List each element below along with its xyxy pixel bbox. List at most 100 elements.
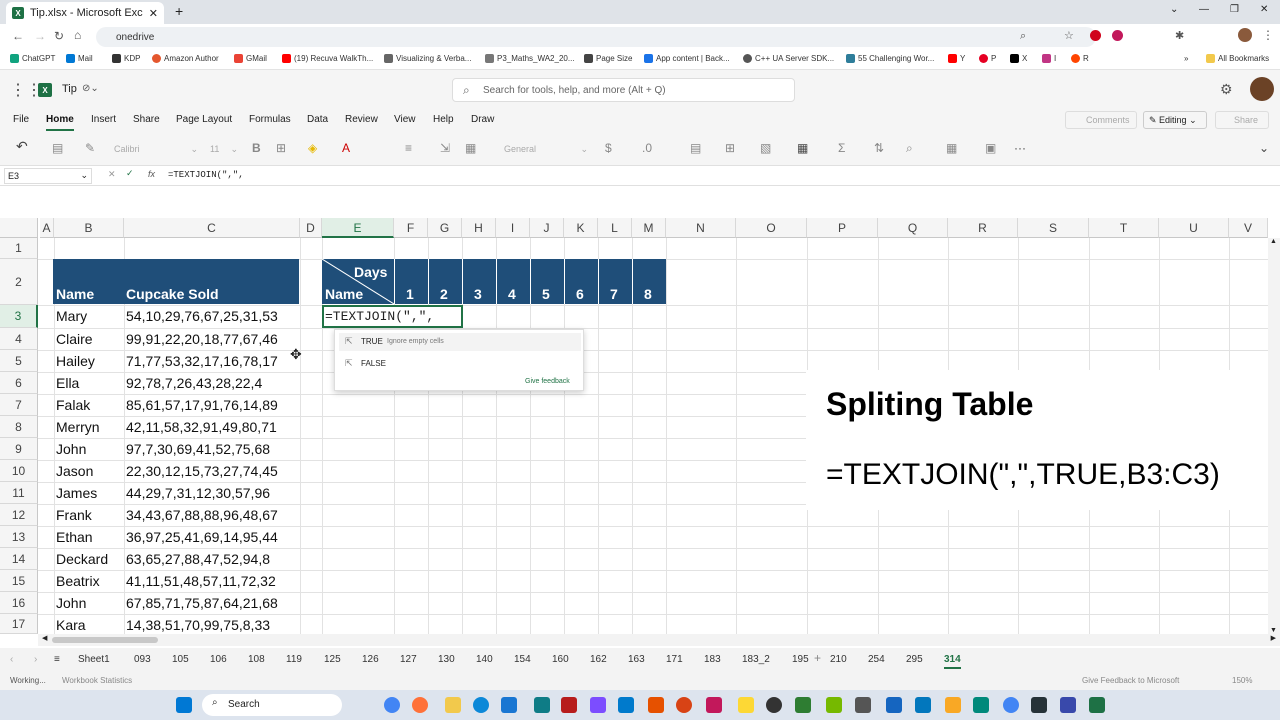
column-header-t[interactable]: T xyxy=(1089,218,1159,238)
add-sheet-button[interactable]: + xyxy=(814,651,821,665)
row-header-4[interactable]: 4 xyxy=(0,328,38,350)
cell-name[interactable]: Claire xyxy=(56,328,93,350)
firefox-icon[interactable] xyxy=(412,697,428,713)
column-header-l[interactable]: L xyxy=(598,218,632,238)
days-name-label[interactable]: Name xyxy=(325,286,363,302)
days-label[interactable]: Days xyxy=(354,264,387,280)
sheet-tab-140[interactable]: 140 xyxy=(476,654,493,665)
column-header-n[interactable]: N xyxy=(666,218,736,238)
currency-icon[interactable]: $ xyxy=(605,141,612,155)
sheet-tab-105[interactable]: 105 xyxy=(172,654,189,665)
scroll-thumb[interactable] xyxy=(52,637,158,643)
row-header-16[interactable]: 16 xyxy=(0,592,38,614)
column-header-h[interactable]: H xyxy=(462,218,496,238)
column-header-v[interactable]: V xyxy=(1229,218,1268,238)
arduino-icon[interactable] xyxy=(973,697,989,713)
app-icon[interactable] xyxy=(886,697,902,713)
give-feedback-link[interactable]: Give feedback xyxy=(525,378,570,385)
row-header-8[interactable]: 8 xyxy=(0,416,38,438)
row-header-9[interactable]: 9 xyxy=(0,438,38,460)
cell-cupcake-sold[interactable]: 34,43,67,88,88,96,48,67 xyxy=(126,504,278,526)
font-name-dropdown[interactable]: Calibri ⌄ xyxy=(110,141,202,157)
tab-data[interactable]: Data xyxy=(307,114,328,125)
bookmark-r[interactable]: R xyxy=(1071,54,1089,63)
day-header-5[interactable]: 5 xyxy=(542,286,550,302)
decimal-icon[interactable]: .0 xyxy=(642,141,652,155)
minimize-button[interactable]: — xyxy=(1199,4,1209,15)
give-feedback-microsoft[interactable]: Give Feedback to Microsoft xyxy=(1082,676,1179,685)
sheet-tab-154[interactable]: 154 xyxy=(514,654,531,665)
app-icon[interactable] xyxy=(590,697,606,713)
cell-cupcake-sold[interactable]: 22,30,12,15,73,27,74,45 xyxy=(126,460,278,482)
day-header-3[interactable]: 3 xyxy=(474,286,482,302)
font-color-icon[interactable]: A xyxy=(342,141,350,155)
select-all-corner[interactable] xyxy=(0,218,38,238)
day-header-8[interactable]: 8 xyxy=(644,286,652,302)
workbook-statistics[interactable]: Workbook Statistics xyxy=(62,676,132,685)
undo-icon[interactable]: ↶ xyxy=(16,138,28,155)
calendar-icon[interactable] xyxy=(501,697,517,713)
bookmark-amazon-author[interactable]: Amazon Author xyxy=(152,54,219,63)
sheet-tab-127[interactable]: 127 xyxy=(400,654,417,665)
cell-cupcake-sold[interactable]: 41,11,51,48,57,11,72,32 xyxy=(126,570,276,592)
file-name[interactable]: Tip xyxy=(62,83,77,95)
sheet-tab-sheet1[interactable]: Sheet1 xyxy=(78,654,110,665)
bookmark-gmail[interactable]: GMail xyxy=(234,54,267,63)
cell-cupcake-sold[interactable]: 14,38,51,70,99,75,8,33 xyxy=(126,614,270,634)
bookmark-chatgpt[interactable]: ChatGPT xyxy=(10,54,55,63)
puzzle-icon[interactable]: ✱ xyxy=(1175,29,1184,42)
row-header-15[interactable]: 15 xyxy=(0,570,38,592)
address-bar[interactable]: onedrive xyxy=(96,27,1096,47)
header-name[interactable]: Name xyxy=(56,286,94,302)
row-header-5[interactable]: 5 xyxy=(0,350,38,372)
new-tab-button[interactable]: + xyxy=(175,3,183,19)
spreadsheet-grid[interactable]: ABCDEFGHIJKLMNOPQRSTUV 1 2 3 4 5 6 7 8 9 10 11 12 13… xyxy=(0,186,1280,634)
sheet-tab-119[interactable]: 119 xyxy=(286,654,302,665)
app-icon[interactable] xyxy=(1060,697,1076,713)
horizontal-scrollbar[interactable]: ◀ ▶ xyxy=(38,634,1280,646)
row-header-12[interactable]: 12 xyxy=(0,504,38,526)
column-header-e[interactable]: E xyxy=(322,218,394,238)
font-size-dropdown[interactable]: 11 ⌄ xyxy=(206,141,242,157)
cancel-icon[interactable]: ✕ xyxy=(108,169,116,180)
reload-icon[interactable]: ↻ xyxy=(54,29,64,43)
cell-name[interactable]: Deckard xyxy=(56,548,108,570)
close-tab-icon[interactable]: ✕ xyxy=(149,7,158,20)
row-header-2[interactable]: 2 xyxy=(0,259,38,305)
settings-gear-icon[interactable]: ⚙ xyxy=(1220,81,1233,98)
scroll-up-icon[interactable]: ▲ xyxy=(1270,238,1277,245)
cell-name[interactable]: Merryn xyxy=(56,416,100,438)
bookmark-visualizing[interactable]: Visualizing & Verba... xyxy=(384,54,471,63)
sheet-tab-106[interactable]: 106 xyxy=(210,654,227,665)
bookmark-i[interactable]: I xyxy=(1042,54,1056,63)
sheet-tab-163[interactable]: 163 xyxy=(628,654,645,665)
column-header-m[interactable]: M xyxy=(632,218,666,238)
tab-insert[interactable]: Insert xyxy=(91,114,116,125)
column-header-b[interactable]: B xyxy=(54,218,124,238)
chrome-icon[interactable] xyxy=(384,697,400,713)
header-cupcake-sold[interactable]: Cupcake Sold xyxy=(126,286,219,302)
cell-cupcake-sold[interactable]: 92,78,7,26,43,28,22,4 xyxy=(126,372,262,394)
row-header-10[interactable]: 10 xyxy=(0,460,38,482)
sheet-tab-126[interactable]: 126 xyxy=(362,654,379,665)
excel-taskbar-icon[interactable] xyxy=(1089,697,1105,713)
sheet-tab-195[interactable]: 195 xyxy=(792,654,809,665)
cell-name[interactable]: Frank xyxy=(56,504,92,526)
tab-formulas[interactable]: Formulas xyxy=(249,114,291,125)
tab-help[interactable]: Help xyxy=(433,114,454,125)
format-painter-icon[interactable]: ✎ xyxy=(85,141,95,155)
search-input[interactable]: ⌕ Search for tools, help, and more (Alt … xyxy=(452,78,795,102)
formula-input[interactable]: =TEXTJOIN(",", xyxy=(168,170,244,180)
bookmark-p3-maths[interactable]: P3_Maths_WA2_20... xyxy=(485,54,575,63)
zoom-icon[interactable]: ⌕ xyxy=(1020,30,1026,43)
tab-list-button[interactable]: ⌄ xyxy=(1170,4,1178,15)
cell-cupcake-sold[interactable]: 67,85,71,75,87,64,21,68 xyxy=(126,592,278,614)
find-icon[interactable]: ⌕ xyxy=(906,141,913,156)
zoom-level[interactable]: 150% xyxy=(1232,676,1252,685)
app-icon[interactable] xyxy=(676,697,692,713)
sheet-tab-295[interactable]: 295 xyxy=(906,654,923,665)
autosum-icon[interactable]: Σ xyxy=(838,141,845,155)
tab-share[interactable]: Share xyxy=(133,114,160,125)
edge-icon[interactable] xyxy=(473,697,489,713)
name-box[interactable]: E3 ⌄ xyxy=(4,168,92,184)
